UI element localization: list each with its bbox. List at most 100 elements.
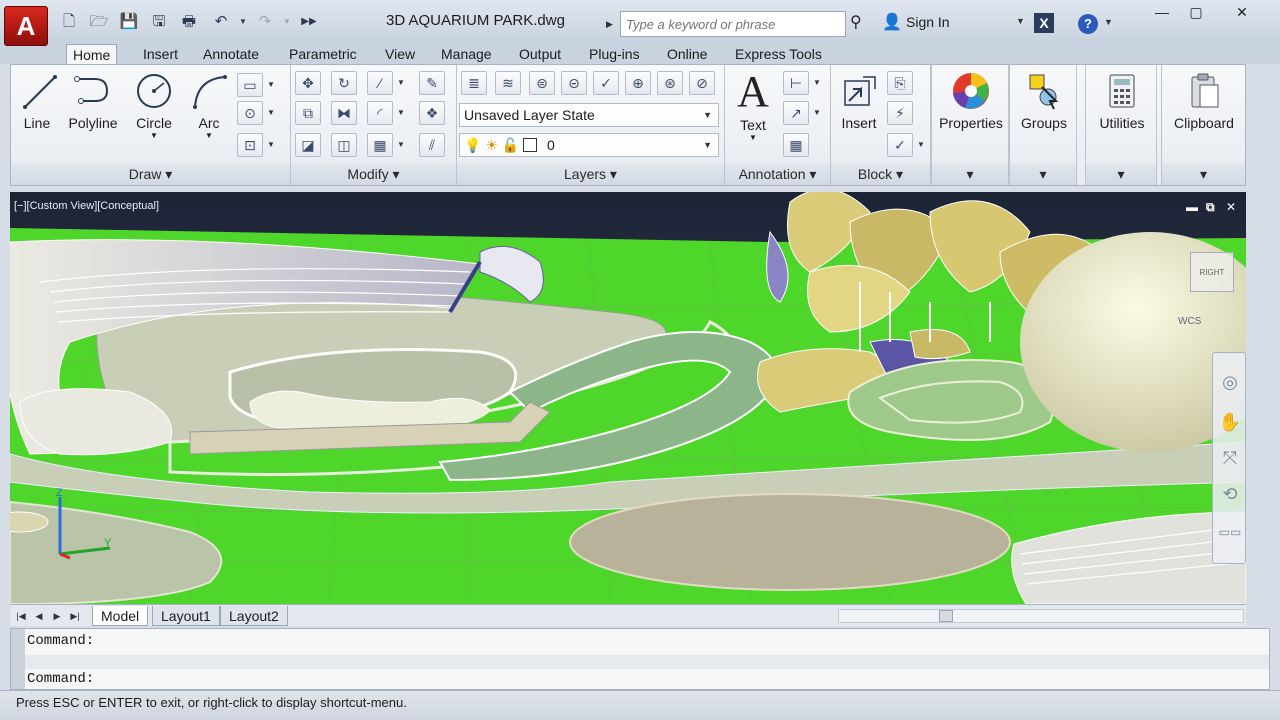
viewport-minimize-icon[interactable]: ▬: [1186, 200, 1198, 214]
tab-parametric[interactable]: Parametric: [283, 44, 363, 64]
orbit-icon[interactable]: ⟲: [1217, 481, 1243, 507]
layer-state-dropdown[interactable]: Unsaved Layer State ▼: [459, 103, 719, 127]
tab-annotate[interactable]: Annotate: [197, 44, 265, 64]
undo-icon[interactable]: ↶: [210, 12, 232, 32]
table-icon[interactable]: ▦: [783, 133, 809, 157]
annotation-panel-title[interactable]: Annotation ▾: [725, 163, 830, 185]
chevron-down-icon[interactable]: ▼: [1104, 17, 1113, 27]
search-expand-icon[interactable]: ▶: [606, 13, 618, 35]
tab-model[interactable]: Model: [92, 606, 149, 626]
line-tool[interactable]: Line: [19, 71, 57, 131]
chevron-down-icon[interactable]: ▼: [397, 101, 407, 125]
groups-panel[interactable]: Groups ▾: [1009, 65, 1077, 185]
tab-manage[interactable]: Manage: [435, 44, 498, 64]
chevron-down-icon[interactable]: ▼: [397, 71, 407, 95]
mirror-icon[interactable]: ⧓: [331, 101, 357, 125]
fillet-icon[interactable]: ◜: [367, 101, 393, 125]
chevron-down-icon[interactable]: ▼: [731, 133, 775, 142]
layer-isolate-icon[interactable]: ⊝: [561, 71, 587, 95]
tab-plug-ins[interactable]: Plug-ins: [583, 44, 646, 64]
modify-panel-title[interactable]: Modify ▾: [291, 163, 456, 185]
chevron-down-icon[interactable]: ▼: [917, 133, 927, 157]
chevron-down-icon[interactable]: ▼: [187, 131, 231, 140]
chevron-down-icon[interactable]: ▼: [129, 131, 179, 140]
prev-layout-icon[interactable]: ◀: [32, 608, 46, 624]
explode-icon[interactable]: ❖: [419, 101, 445, 125]
tab-layout1[interactable]: Layout1: [152, 606, 220, 626]
array-icon[interactable]: ▦: [367, 133, 393, 157]
leader-icon[interactable]: ↗: [783, 101, 809, 125]
groups-tool[interactable]: Groups: [1012, 71, 1076, 131]
tab-output[interactable]: Output: [513, 44, 567, 64]
save-icon[interactable]: 💾: [118, 12, 140, 32]
undo-dropdown-icon[interactable]: ▼: [232, 12, 254, 32]
polyline-tool[interactable]: Polyline: [63, 71, 123, 131]
draw-panel-title[interactable]: Draw ▾: [11, 163, 290, 185]
tab-insert[interactable]: Insert: [137, 44, 184, 64]
redo-dropdown-icon[interactable]: ▼: [276, 12, 298, 32]
hatch-icon[interactable]: ⊙: [237, 101, 263, 125]
command-window-grip[interactable]: [11, 629, 25, 689]
dimension-icon[interactable]: ⊢: [783, 71, 809, 95]
properties-panel[interactable]: Properties ▾: [931, 65, 1009, 185]
layer-states-icon[interactable]: ≋: [495, 71, 521, 95]
tab-home[interactable]: Home: [66, 44, 118, 64]
clipboard-panel[interactable]: Clipboard ▾: [1161, 65, 1245, 185]
binoculars-icon[interactable]: ⚲: [850, 12, 862, 32]
viewport-restore-icon[interactable]: ⧉: [1206, 200, 1215, 215]
search-box[interactable]: [620, 11, 846, 37]
trim-icon[interactable]: ⁄: [367, 71, 393, 95]
showmotion-icon[interactable]: ▭▭: [1217, 519, 1243, 545]
layer-properties-icon[interactable]: ≣: [461, 71, 487, 95]
first-layout-icon[interactable]: |◀: [14, 608, 28, 624]
tab-layout2[interactable]: Layout2: [220, 606, 288, 626]
save-as-icon[interactable]: 🖫: [148, 12, 170, 32]
viewport-close-icon[interactable]: ✕: [1226, 200, 1236, 214]
chevron-down-icon[interactable]: ▾: [1086, 163, 1156, 185]
layers-panel-title[interactable]: Layers ▾: [457, 163, 724, 185]
zoom-extents-icon[interactable]: ⤧: [1217, 445, 1243, 471]
chevron-down-icon[interactable]: ▼: [397, 133, 407, 157]
insert-tool[interactable]: Insert: [835, 71, 883, 131]
rectangle-icon[interactable]: ▭: [237, 73, 263, 97]
clipboard-tool[interactable]: Clipboard: [1164, 71, 1244, 131]
properties-tool[interactable]: Properties: [934, 71, 1008, 131]
edit-block-icon[interactable]: ⚡: [887, 101, 913, 125]
next-layout-icon[interactable]: ▶: [50, 608, 64, 624]
close-button[interactable]: ✕: [1228, 2, 1256, 22]
chevron-down-icon[interactable]: ▾: [932, 163, 1008, 185]
rotate-icon[interactable]: ↻: [331, 71, 357, 95]
layer-freeze-icon[interactable]: ✓: [593, 71, 619, 95]
offset-icon[interactable]: ⫽: [419, 133, 445, 157]
tab-online[interactable]: Online: [661, 44, 713, 64]
horizontal-scrollbar[interactable]: [838, 609, 1244, 623]
edit-attributes-icon[interactable]: ✓: [887, 133, 913, 157]
application-menu-button[interactable]: A: [4, 6, 48, 46]
layer-dropdown[interactable]: 💡 ☀ 🔓 0 ▼: [459, 133, 719, 157]
maximize-button[interactable]: ▢: [1182, 2, 1210, 22]
pan-icon[interactable]: ✋: [1217, 409, 1243, 435]
stretch-icon[interactable]: ◪: [295, 133, 321, 157]
scale-icon[interactable]: ◫: [331, 133, 357, 157]
plot-icon[interactable]: 🖶: [178, 12, 200, 32]
layer-walk-icon[interactable]: ⊘: [689, 71, 715, 95]
chevron-down-icon[interactable]: ▾: [1162, 163, 1245, 185]
layer-match-icon[interactable]: ⊛: [657, 71, 683, 95]
chevron-down-icon[interactable]: ▼: [813, 71, 823, 95]
erase-icon[interactable]: ✎: [419, 71, 445, 95]
layer-lock-icon[interactable]: ⊕: [625, 71, 651, 95]
command-input[interactable]: [107, 671, 1207, 689]
minimize-button[interactable]: —: [1148, 2, 1176, 22]
chevron-down-icon[interactable]: ▼: [267, 133, 277, 157]
circle-tool[interactable]: Circle ▼: [129, 71, 179, 140]
drawing-viewport[interactable]: Z Y [−][Custom View][Conceptual] ▬ ⧉ ✕ R…: [10, 192, 1246, 604]
viewcube[interactable]: RIGHT: [1190, 252, 1234, 292]
redo-icon[interactable]: ↷: [254, 12, 276, 32]
search-input[interactable]: [621, 12, 845, 36]
move-icon[interactable]: ✥: [295, 71, 321, 95]
chevron-down-icon[interactable]: ▼: [1016, 16, 1025, 26]
utilities-panel[interactable]: Utilities ▾: [1085, 65, 1157, 185]
exchange-button[interactable]: X: [1034, 13, 1054, 33]
more-icon[interactable]: ▶▶: [298, 12, 320, 32]
tab-express-tools[interactable]: Express Tools: [729, 44, 828, 64]
